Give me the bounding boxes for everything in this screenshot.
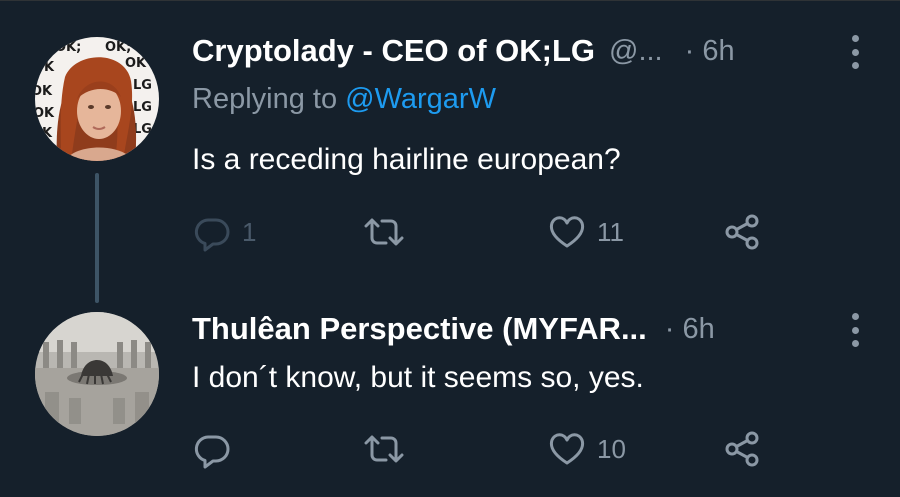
tweet-thread: OK OK OK LG OK LG OK LG OK; OK; Cryptolady - … [0, 0, 900, 497]
like-button[interactable]: 10 [547, 429, 626, 469]
like-count: 10 [597, 433, 626, 464]
replying-to: Replying to @WargarW [192, 83, 496, 116]
retweet-icon [364, 435, 404, 463]
avatar[interactable]: OK OK OK LG OK LG OK LG OK; OK; [35, 37, 159, 161]
replying-to-label: Replying to [192, 83, 338, 115]
thread-connector-line [95, 173, 99, 303]
display-name[interactable]: Cryptolady - CEO of OK;LG [192, 33, 595, 69]
share-button[interactable] [722, 212, 762, 252]
svg-text:OK;: OK; [55, 40, 81, 55]
tweet-actions: 1 11 [192, 212, 772, 252]
tweet-2[interactable]: Thulêan Perspective (MYFAR... · 6h I don… [0, 301, 900, 497]
retweet-icon [364, 218, 404, 246]
reply-button[interactable]: 1 [192, 212, 256, 252]
svg-text:OK: OK [35, 126, 53, 141]
reply-icon [194, 435, 230, 469]
svg-text:OK: OK [35, 84, 53, 99]
tweet-text: I don´t know, but it seems so, yes. [192, 361, 644, 394]
heart-icon [549, 433, 585, 465]
tweet-header: Thulêan Perspective (MYFAR... · 6h [192, 309, 860, 349]
like-button[interactable]: 11 [547, 212, 624, 252]
mention-link[interactable]: @WargarW [345, 83, 496, 115]
svg-text:LG: LG [133, 100, 152, 115]
timestamp[interactable]: · 6h [665, 313, 715, 346]
share-button[interactable] [722, 429, 762, 469]
heart-icon [549, 216, 585, 248]
tweet-header: Cryptolady - CEO of OK;LG @... · 6h [192, 31, 860, 71]
reply-count: 1 [242, 216, 257, 247]
reply-icon [194, 218, 230, 252]
avatar[interactable] [35, 312, 159, 436]
timestamp[interactable]: · 6h [685, 35, 735, 68]
svg-text:OK;: OK; [105, 40, 131, 55]
svg-text:OK: OK [125, 56, 147, 71]
display-name[interactable]: Thulêan Perspective (MYFAR... [192, 311, 647, 347]
share-icon [725, 431, 759, 467]
retweet-button[interactable] [362, 212, 416, 252]
more-options-icon[interactable] [850, 35, 860, 69]
user-handle[interactable]: @... [609, 35, 663, 68]
like-count: 11 [597, 216, 624, 247]
share-icon [725, 214, 759, 250]
svg-text:OK: OK [35, 60, 55, 75]
tweet-actions: 10 [192, 429, 772, 469]
svg-text:OK: OK [35, 106, 55, 121]
profile-photo-icon: OK OK OK LG OK LG OK LG OK; OK; [35, 37, 159, 161]
retweet-button[interactable] [362, 429, 416, 469]
more-options-icon[interactable] [850, 313, 860, 347]
tweet-1[interactable]: OK OK OK LG OK LG OK LG OK; OK; Cryptolady - … [0, 1, 900, 303]
tweet-text: Is a receding hairline european? [192, 143, 621, 176]
svg-text:LG: LG [133, 78, 152, 93]
reply-button[interactable] [192, 429, 242, 469]
profile-photo-icon [35, 312, 159, 436]
